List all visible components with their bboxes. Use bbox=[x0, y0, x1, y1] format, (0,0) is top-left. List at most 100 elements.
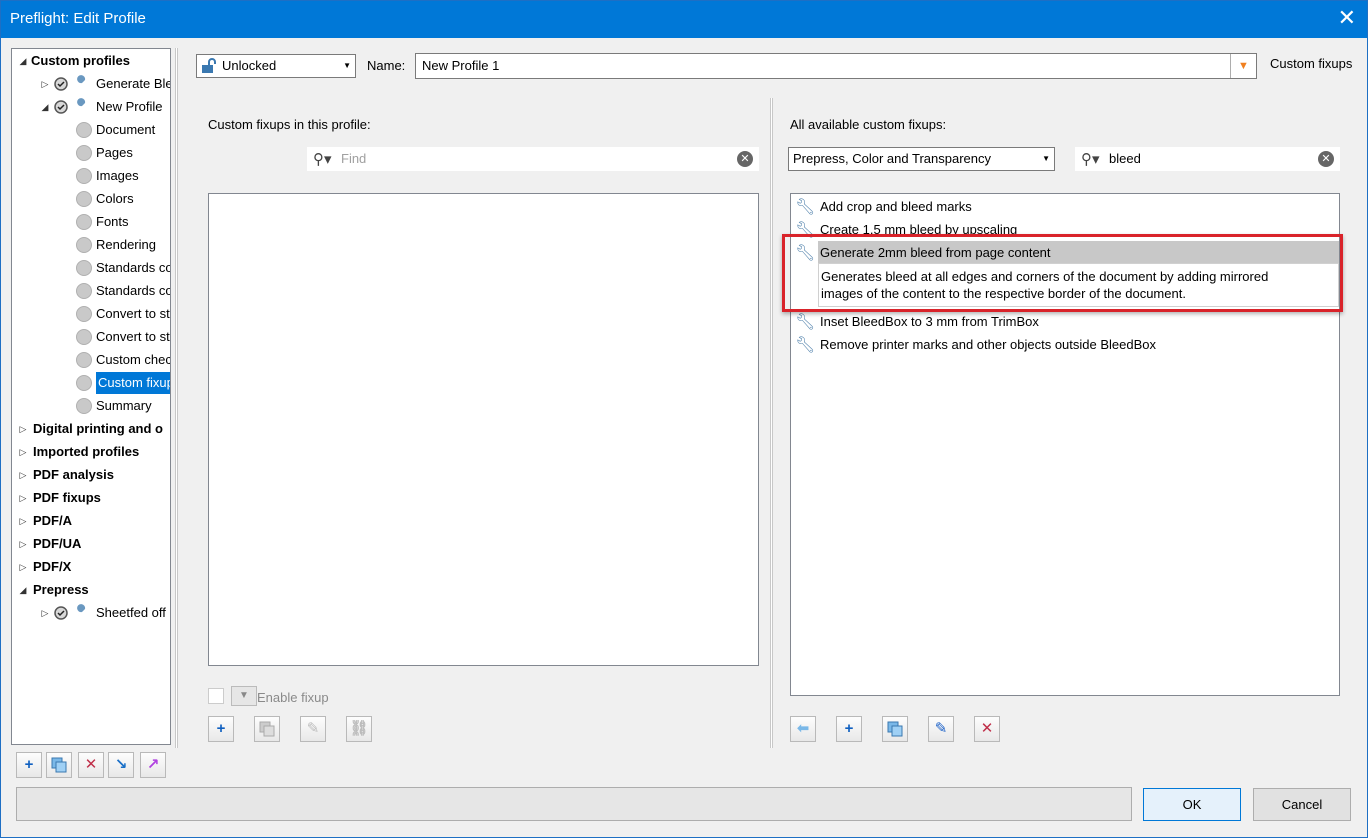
expander-icon[interactable]: ▷ bbox=[18, 510, 28, 532]
tree-item-label: Sheetfed off bbox=[96, 605, 166, 620]
find-input[interactable]: ⚲▾ Find ✕ bbox=[307, 147, 759, 171]
chevron-down-icon: ▼ bbox=[1042, 154, 1050, 163]
edit-fixup-button[interactable]: ✎ bbox=[300, 716, 326, 742]
wrench-icon: 🔧︎ bbox=[795, 199, 816, 216]
expander-icon[interactable]: ▷ bbox=[18, 441, 28, 463]
node-icon bbox=[76, 122, 92, 138]
delete-profile-button[interactable]: ✕ bbox=[78, 752, 104, 778]
tree-item-label: PDF analysis bbox=[33, 467, 114, 482]
fixup-description: Generates bleed at all edges and corners… bbox=[818, 263, 1339, 307]
node-icon bbox=[76, 168, 92, 184]
move-left-button[interactable]: ⬅ bbox=[790, 716, 816, 742]
duplicate-profile-button[interactable] bbox=[46, 752, 72, 778]
name-label: Name: bbox=[367, 58, 406, 73]
tree-item[interactable]: ▷ Imported profiles bbox=[12, 441, 170, 463]
list-item[interactable]: 🔧︎ Create 1.5 mm bleed by upscaling bbox=[791, 218, 1339, 241]
tree-item[interactable]: ▷ Digital printing and o bbox=[12, 418, 170, 440]
profile-fixups-list[interactable] bbox=[208, 193, 759, 666]
expander-icon[interactable]: ◢ bbox=[18, 579, 28, 601]
tree-item[interactable]: ▷ Generate Ble bbox=[12, 73, 170, 95]
tree-item[interactable]: ◢ New Profile bbox=[12, 96, 170, 118]
tree-item[interactable]: ◢ Custom profiles bbox=[12, 50, 170, 72]
duplicate-fixup-button[interactable] bbox=[254, 716, 280, 742]
cancel-button[interactable]: Cancel bbox=[1253, 788, 1351, 821]
tree-item[interactable]: Custom chec bbox=[12, 349, 171, 371]
category-combo[interactable]: Prepress, Color and Transparency ▼ bbox=[788, 147, 1055, 171]
tree-item[interactable]: Summary bbox=[12, 395, 170, 417]
tree-item[interactable]: Colors bbox=[12, 188, 170, 210]
tree-item-label: Standards co bbox=[96, 260, 171, 275]
tree-item[interactable]: Convert to st bbox=[12, 303, 170, 325]
list-item[interactable]: 🔧︎ Inset BleedBox to 3 mm from TrimBox bbox=[791, 310, 1339, 333]
tree-item[interactable]: Rendering bbox=[12, 234, 170, 256]
tree-item-label: Convert to st bbox=[96, 306, 170, 321]
tree-item[interactable]: Document bbox=[12, 119, 170, 141]
wrench-icon: 🔧︎ bbox=[795, 222, 816, 239]
clear-icon[interactable]: ✕ bbox=[737, 151, 753, 167]
tree-item[interactable]: ▷ PDF/UA bbox=[12, 533, 170, 555]
name-field[interactable]: New Profile 1 ▼ bbox=[415, 53, 1257, 79]
tree-item[interactable]: ▷ PDF analysis bbox=[12, 464, 170, 486]
tree-item[interactable]: Fonts bbox=[12, 211, 170, 233]
lock-combo[interactable]: Unlocked ▼ bbox=[196, 54, 356, 78]
tree-item-label: Rendering bbox=[96, 237, 156, 252]
expander-icon[interactable]: ▷ bbox=[40, 73, 50, 95]
fixup-options-dropdown[interactable]: ▼ bbox=[231, 686, 257, 706]
add-button[interactable]: + bbox=[836, 716, 862, 742]
expander-icon[interactable]: ◢ bbox=[40, 96, 50, 118]
tree-item[interactable]: Standards co bbox=[12, 257, 171, 279]
chevron-down-icon[interactable]: ▼ bbox=[1230, 54, 1256, 78]
tree-item[interactable]: Pages bbox=[12, 142, 170, 164]
edit-button[interactable]: ✎ bbox=[928, 716, 954, 742]
tree-item-label: Custom chec bbox=[96, 352, 171, 367]
tree-item-label: PDF/X bbox=[33, 559, 72, 574]
tree-item-label: PDF/UA bbox=[33, 536, 82, 551]
expander-icon[interactable]: ◢ bbox=[18, 50, 28, 72]
tree-item[interactable]: ▷ PDF/X bbox=[12, 556, 170, 578]
tree-item[interactable]: Images bbox=[12, 165, 170, 187]
tree-item[interactable]: ▷ Sheetfed off bbox=[12, 602, 170, 624]
expander-icon[interactable]: ▷ bbox=[18, 556, 28, 578]
delete-button[interactable]: ✕ bbox=[974, 716, 1000, 742]
close-icon[interactable]: ✕ bbox=[1338, 6, 1356, 30]
ok-button[interactable]: OK bbox=[1143, 788, 1241, 821]
tree-item[interactable]: ▷ PDF/A bbox=[12, 510, 170, 532]
tree-item-label: Digital printing and o bbox=[33, 421, 163, 436]
node-icon bbox=[76, 375, 92, 391]
splitter[interactable] bbox=[175, 48, 178, 748]
add-profile-button[interactable]: + bbox=[16, 752, 42, 778]
link-fixup-button[interactable]: ⛓ bbox=[346, 716, 372, 742]
add-fixup-button[interactable]: + bbox=[208, 716, 234, 742]
expander-icon[interactable]: ▷ bbox=[18, 418, 28, 440]
duplicate-button[interactable] bbox=[882, 716, 908, 742]
lock-open-icon bbox=[201, 58, 216, 73]
bleed-search-input[interactable]: ⚲▾ bleed ✕ bbox=[1075, 147, 1340, 171]
expander-icon[interactable]: ▷ bbox=[18, 464, 28, 486]
tree-item-label: Convert to st bbox=[96, 329, 170, 344]
tree-item[interactable]: Convert to st bbox=[12, 326, 170, 348]
node-icon bbox=[76, 191, 92, 207]
expander-icon[interactable]: ▷ bbox=[18, 487, 28, 509]
export-profile-button[interactable]: ↗ bbox=[140, 752, 166, 778]
expander-icon[interactable]: ▷ bbox=[18, 533, 28, 555]
list-item-selected[interactable]: 🔧︎ Generate 2mm bleed from page content … bbox=[791, 241, 1339, 311]
available-fixups-list[interactable]: 🔧︎ Add crop and bleed marks 🔧︎ Create 1.… bbox=[790, 193, 1340, 696]
tree-item[interactable]: Custom fixup bbox=[12, 372, 170, 394]
list-item[interactable]: 🔧︎ Add crop and bleed marks bbox=[791, 195, 1339, 218]
clear-icon[interactable]: ✕ bbox=[1318, 151, 1334, 167]
tree-item[interactable]: ◢ Prepress bbox=[12, 579, 170, 601]
profile-tree[interactable]: ◢ Custom profiles ▷ Generate Ble ◢ New Profil… bbox=[11, 48, 171, 745]
tree-item[interactable]: ▷ PDF fixups bbox=[12, 487, 170, 509]
chevron-down-icon: ▼ bbox=[343, 61, 351, 70]
import-profile-button[interactable]: ↘ bbox=[108, 752, 134, 778]
right-panel-title: All available custom fixups: bbox=[790, 117, 947, 132]
tree-item-label: Colors bbox=[96, 191, 134, 206]
expander-icon[interactable]: ▷ bbox=[40, 602, 50, 624]
tree-item[interactable]: Standards co bbox=[12, 280, 170, 302]
splitter[interactable] bbox=[770, 98, 773, 748]
node-icon bbox=[76, 352, 92, 368]
enable-fixup-checkbox[interactable] bbox=[208, 688, 224, 704]
window-title: Preflight: Edit Profile bbox=[10, 10, 146, 27]
find-placeholder: Find bbox=[341, 151, 367, 166]
list-item[interactable]: 🔧︎ Remove printer marks and other object… bbox=[791, 333, 1339, 356]
